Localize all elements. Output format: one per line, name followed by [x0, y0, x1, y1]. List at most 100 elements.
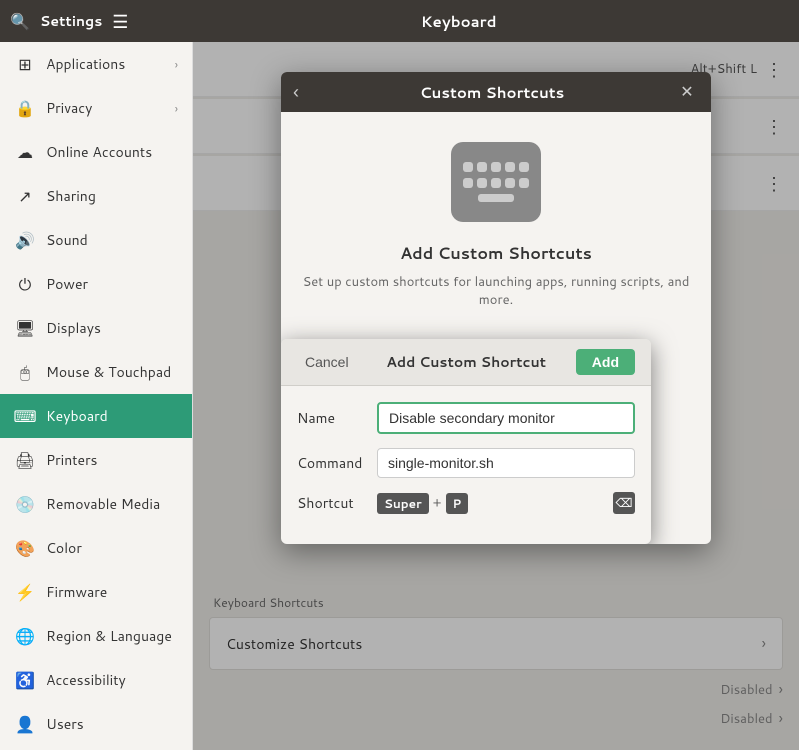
sidebar-label-users: Users: [46, 714, 178, 734]
sidebar-icon-privacy: 🔒: [14, 97, 36, 119]
sidebar-icon-removable-media: 💿: [14, 493, 36, 515]
sidebar-icon-region-language: 🌐: [14, 625, 36, 647]
kb-key: [491, 178, 501, 188]
sidebar-item-online-accounts[interactable]: ☁ Online Accounts: [0, 130, 192, 174]
sidebar-label-sharing: Sharing: [46, 186, 178, 206]
name-row: Name: [297, 402, 635, 434]
sidebar-icon-applications: ⊞: [14, 53, 36, 75]
sidebar-chevron-applications: ›: [175, 56, 178, 73]
keyboard-illustration: [451, 142, 541, 222]
kb-key: [463, 162, 473, 172]
super-key: Super: [377, 493, 429, 514]
sidebar-icon-keyboard: ⌨: [14, 405, 36, 427]
sidebar-icon-power: ⏻: [14, 273, 36, 295]
sidebar-item-power[interactable]: ⏻ Power: [0, 262, 192, 306]
plus-sign-1: +: [433, 494, 442, 512]
settings-label: Settings: [40, 11, 102, 31]
kb-row-1: [463, 162, 529, 172]
dialog-heading: Add Custom Shortcuts: [400, 242, 592, 265]
sidebar-label-accessibility: Accessibility: [46, 670, 178, 690]
modal-body: Name Command Shortcut Super: [281, 386, 651, 544]
sidebar-item-applications[interactable]: ⊞ Applications ›: [0, 42, 192, 86]
sidebar-label-keyboard: Keyboard: [46, 406, 178, 426]
kb-key: [463, 178, 473, 188]
modal-header: Cancel Add Custom Shortcut Add: [281, 339, 651, 386]
kb-key: [519, 178, 529, 188]
sidebar-label-sound: Sound: [46, 230, 178, 250]
page-title: Keyboard: [128, 11, 789, 32]
command-row: Command: [297, 448, 635, 478]
sidebar-label-online-accounts: Online Accounts: [46, 142, 178, 162]
sidebar-item-privacy[interactable]: 🔒 Privacy ›: [0, 86, 192, 130]
sidebar-item-printers[interactable]: 🖨 Printers: [0, 438, 192, 482]
sidebar-item-region-language[interactable]: 🌐 Region & Language: [0, 614, 192, 658]
add-button[interactable]: Add: [576, 349, 635, 375]
sidebar-label-displays: Displays: [46, 318, 178, 338]
p-key: P: [446, 493, 469, 514]
sidebar-label-applications: Applications: [46, 54, 175, 74]
name-input[interactable]: [377, 402, 635, 434]
sidebar-label-region-language: Region & Language: [46, 626, 178, 646]
sidebar-item-sharing[interactable]: ↗ Sharing: [0, 174, 192, 218]
sidebar-icon-color: 🎨: [14, 537, 36, 559]
dialog-back-button[interactable]: ‹: [293, 83, 299, 101]
clear-shortcut-button[interactable]: ⌫: [613, 492, 635, 514]
sidebar-item-displays[interactable]: 🖥 Displays: [0, 306, 192, 350]
dialog-body: Add Custom Shortcuts Set up custom short…: [281, 112, 711, 339]
sidebar-label-power: Power: [46, 274, 178, 294]
sidebar-chevron-privacy: ›: [175, 100, 178, 117]
sidebar-icon-firmware: ⚡: [14, 581, 36, 603]
sidebar-icon-online-accounts: ☁: [14, 141, 36, 163]
sidebar-item-keyboard[interactable]: ⌨ Keyboard: [0, 394, 192, 438]
sidebar-item-default-applications[interactable]: ★ Default Applications: [0, 746, 192, 750]
main-layout: ⊞ Applications › 🔒 Privacy › ☁ Online Ac…: [0, 42, 799, 750]
sidebar-icon-sharing: ↗: [14, 185, 36, 207]
shortcut-row: Shortcut Super + P ⌫: [297, 492, 635, 514]
kb-spacebar: [478, 194, 514, 202]
kb-key: [505, 178, 515, 188]
sidebar-icon-printers: 🖨: [14, 449, 36, 471]
dialog-title: Custom Shortcuts: [309, 82, 675, 103]
content-area: Alt+Shift L ⋮ ⋮ ⋮: [193, 42, 799, 750]
shortcut-label: Shortcut: [297, 493, 377, 513]
sidebar: ⊞ Applications › 🔒 Privacy › ☁ Online Ac…: [0, 42, 193, 750]
command-label: Command: [297, 453, 377, 473]
kb-row-3: [478, 194, 514, 202]
sidebar-icon-users: 👤: [14, 713, 36, 735]
menu-icon[interactable]: ☰: [112, 8, 128, 34]
sidebar-label-removable-media: Removable Media: [46, 494, 178, 514]
kb-key: [505, 162, 515, 172]
modal-title: Add Custom Shortcut: [386, 352, 546, 372]
dialog-close-button[interactable]: ✕: [675, 80, 699, 104]
sidebar-item-removable-media[interactable]: 💿 Removable Media: [0, 482, 192, 526]
sidebar-item-mouse-touchpad[interactable]: 🖱 Mouse & Touchpad: [0, 350, 192, 394]
dialog-titlebar: ‹ Custom Shortcuts ✕: [281, 72, 711, 112]
sidebar-item-sound[interactable]: 🔊 Sound: [0, 218, 192, 262]
name-label: Name: [297, 408, 377, 428]
sidebar-label-mouse-touchpad: Mouse & Touchpad: [46, 362, 178, 382]
sidebar-icon-sound: 🔊: [14, 229, 36, 251]
cancel-button[interactable]: Cancel: [297, 350, 357, 374]
sidebar-label-color: Color: [46, 538, 178, 558]
sidebar-item-accessibility[interactable]: ♿ Accessibility: [0, 658, 192, 702]
kb-key: [491, 162, 501, 172]
shortcut-display: Super + P ⌫: [377, 492, 635, 514]
custom-shortcuts-dialog: ‹ Custom Shortcuts ✕: [281, 72, 711, 544]
sidebar-label-printers: Printers: [46, 450, 178, 470]
command-input[interactable]: [377, 448, 635, 478]
kb-key: [477, 162, 487, 172]
search-icon[interactable]: 🔍: [10, 10, 30, 33]
sidebar-icon-accessibility: ♿: [14, 669, 36, 691]
sidebar-label-firmware: Firmware: [46, 582, 178, 602]
sidebar-label-privacy: Privacy: [46, 98, 175, 118]
topbar: 🔍 Settings ☰ Keyboard: [0, 0, 799, 42]
sidebar-item-users[interactable]: 👤 Users: [0, 702, 192, 746]
sidebar-icon-displays: 🖥: [14, 317, 36, 339]
kb-key: [477, 178, 487, 188]
kb-row-2: [463, 178, 529, 188]
kb-key: [519, 162, 529, 172]
sidebar-item-color[interactable]: 🎨 Color: [0, 526, 192, 570]
sidebar-item-firmware[interactable]: ⚡ Firmware: [0, 570, 192, 614]
add-shortcut-modal: Cancel Add Custom Shortcut Add Name Comm…: [281, 339, 651, 544]
sidebar-icon-mouse-touchpad: 🖱: [14, 361, 36, 383]
